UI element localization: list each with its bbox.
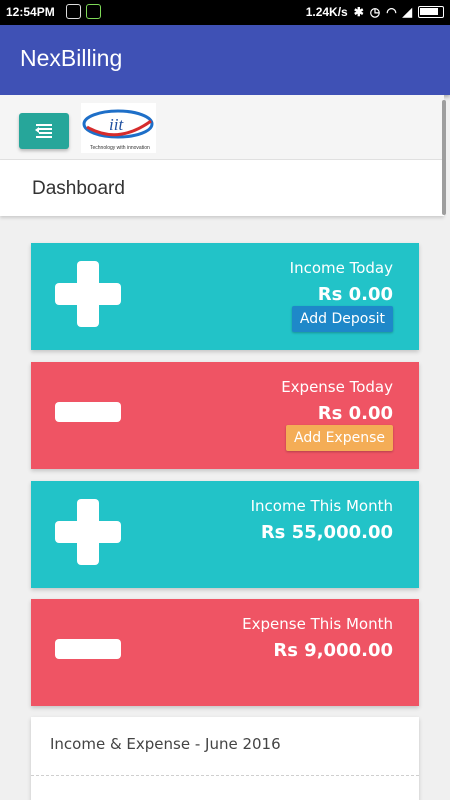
card-label: Expense This Month xyxy=(242,615,393,633)
card-amount: Rs 55,000.00 xyxy=(260,522,393,543)
add-deposit-button[interactable]: Add Deposit xyxy=(291,306,393,332)
app-bar: NexBilling xyxy=(0,25,450,95)
wifi-icon: ◠ xyxy=(386,5,397,19)
signal-icon: ◢ xyxy=(402,5,412,19)
bluetooth-icon: ✱ xyxy=(353,5,364,19)
toolbar: iit Technology with innovation xyxy=(0,95,444,160)
income-expense-chart-card: Income & Expense - June 2016 xyxy=(31,717,419,800)
card-label: Expense Today xyxy=(281,378,393,396)
card-label: Income This Month xyxy=(250,497,393,515)
expense-month-card: Expense This Month Rs 9,000.00 xyxy=(31,599,419,706)
card-label: Income Today xyxy=(289,259,393,277)
iit-logo-icon: iit Technology with innovation xyxy=(82,109,154,151)
card-amount: Rs 9,000.00 xyxy=(273,640,393,661)
income-today-card: Income Today Rs 0.00 Add Deposit xyxy=(31,243,419,350)
app-title: NexBilling xyxy=(20,45,123,71)
chart-card-title: Income & Expense - June 2016 xyxy=(50,735,281,753)
minus-icon xyxy=(55,402,121,422)
status-bar: 12:54PM 1.24K/s ✱ ◷ ◠ ◢ xyxy=(0,0,450,25)
company-logo: iit Technology with innovation xyxy=(81,103,156,153)
page-title: Dashboard xyxy=(32,178,125,199)
svg-text:iit: iit xyxy=(109,115,124,134)
expense-today-card: Expense Today Rs 0.00 Add Expense xyxy=(31,362,419,469)
scrollbar[interactable] xyxy=(442,100,446,215)
android-icon xyxy=(86,4,101,19)
divider xyxy=(31,775,419,776)
alarm-icon: ◷ xyxy=(369,5,381,19)
status-time: 12:54PM xyxy=(6,5,55,19)
gallery-icon xyxy=(66,4,81,19)
svg-text:Technology with innovation: Technology with innovation xyxy=(90,145,150,151)
income-month-card: Income This Month Rs 55,000.00 xyxy=(31,481,419,588)
add-expense-button[interactable]: Add Expense xyxy=(286,425,393,451)
menu-button[interactable] xyxy=(19,113,69,149)
battery-icon xyxy=(418,6,444,18)
network-speed: 1.24K/s xyxy=(305,5,348,19)
card-amount: Rs 0.00 xyxy=(317,403,393,424)
minus-icon xyxy=(55,639,121,659)
card-amount: Rs 0.00 xyxy=(317,284,393,305)
status-right: 1.24K/s ✱ ◷ ◠ ◢ xyxy=(306,5,444,19)
page-header: Dashboard xyxy=(0,160,444,216)
